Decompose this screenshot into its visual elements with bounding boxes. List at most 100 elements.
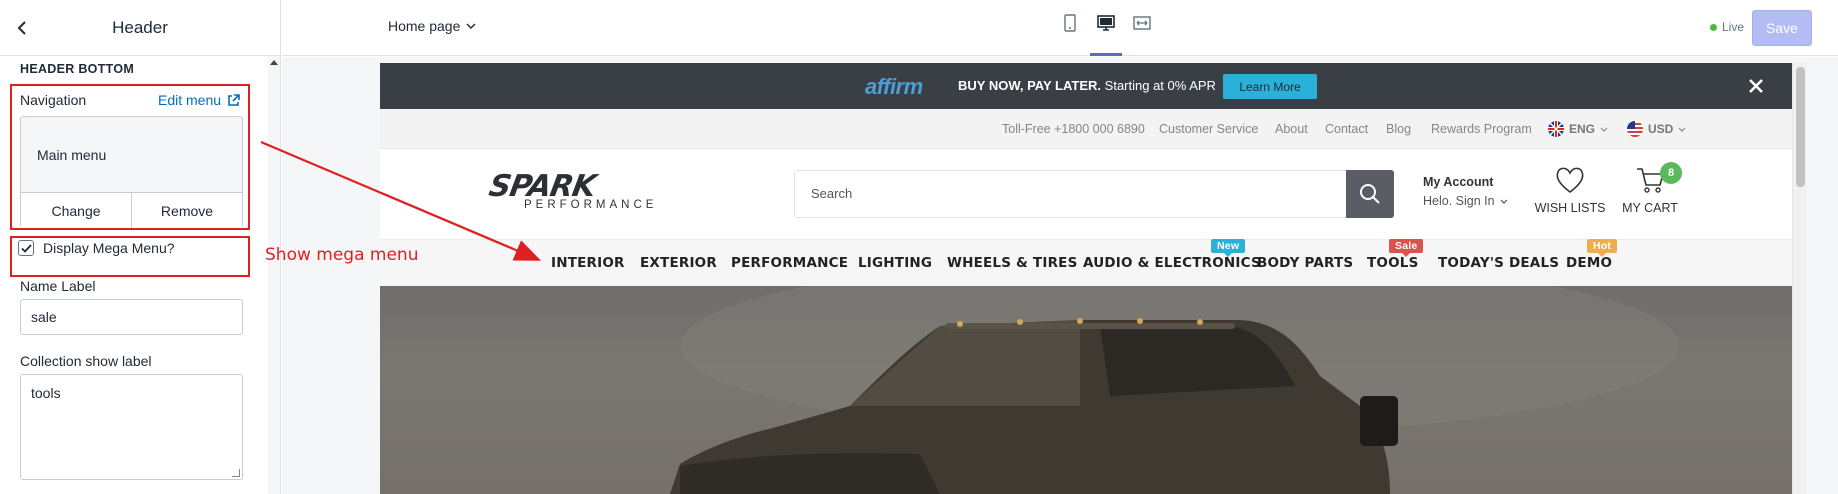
- util-link-blog[interactable]: Blog: [1386, 122, 1411, 136]
- save-button[interactable]: Save: [1752, 10, 1812, 46]
- chevron-left-icon: [17, 21, 26, 35]
- mega-menu-label: Display Mega Menu?: [43, 240, 175, 256]
- nav-item-todays-deals[interactable]: TODAY'S DEALS: [1438, 255, 1559, 271]
- phone-number: Toll-Free +1800 000 6890: [1002, 122, 1145, 136]
- resize-handle[interactable]: [232, 469, 240, 477]
- collection-label-title: Collection show label: [20, 353, 152, 369]
- live-status: Live: [1710, 20, 1744, 34]
- uk-flag-icon: [1548, 121, 1564, 137]
- sidebar-scroll-area: HEADER BOTTOM Navigation Edit menu Main …: [0, 56, 281, 494]
- device-switcher: [1058, 14, 1154, 56]
- chevron-down-icon: [1678, 127, 1686, 132]
- menu-actions: Change Remove: [21, 192, 242, 228]
- editor-topbar: Home page Live Save: [282, 0, 1838, 56]
- wishlist-label: WISH LISTS: [1534, 201, 1606, 215]
- search-icon: [1360, 184, 1380, 204]
- nav-item-performance[interactable]: PERFORMANCE: [731, 255, 848, 271]
- annotation-label: Show mega menu: [265, 245, 419, 265]
- util-link-customer-service[interactable]: Customer Service: [1159, 122, 1258, 136]
- desktop-icon: [1097, 15, 1115, 31]
- search-button[interactable]: [1346, 170, 1394, 218]
- utility-bar: Toll-Free +1800 000 6890 Customer Servic…: [380, 109, 1792, 149]
- close-promo-button[interactable]: [1745, 75, 1767, 97]
- fullscreen-view-button[interactable]: [1130, 14, 1154, 42]
- nav-item-audio-electronics[interactable]: AUDIO & ELECTRONICS New: [1083, 239, 1261, 271]
- change-menu-button[interactable]: Change: [21, 193, 131, 228]
- page-selector[interactable]: Home page: [388, 18, 476, 34]
- mobile-view-button[interactable]: [1058, 14, 1082, 42]
- desktop-view-button[interactable]: [1090, 14, 1122, 56]
- nav-item-tools-label: TOOLS: [1367, 255, 1419, 271]
- selected-menu-name: Main menu: [37, 147, 107, 163]
- mega-menu-option[interactable]: Display Mega Menu?: [18, 240, 175, 256]
- nav-item-tools[interactable]: TOOLS Sale: [1367, 239, 1424, 271]
- search-bar[interactable]: Search: [794, 170, 1394, 218]
- edit-menu-link[interactable]: Edit menu: [158, 92, 240, 108]
- promo-bar: affirm BUY NOW, PAY LATER. Starting at 0…: [380, 63, 1792, 109]
- sidebar-header: Header: [0, 0, 280, 56]
- spark-logo[interactable]: SPARK PERFORMANCE: [486, 169, 690, 217]
- edit-menu-label: Edit menu: [158, 92, 222, 108]
- logo-wordmark: SPARK: [486, 169, 598, 204]
- nav-item-body-parts[interactable]: BODY PARTS: [1257, 255, 1353, 271]
- theme-settings-sidebar: Header HEADER BOTTOM Navigation Edit men…: [0, 0, 281, 494]
- nav-item-wheels-tires[interactable]: WHEELS & TIRES: [947, 255, 1078, 271]
- section-heading: HEADER BOTTOM: [20, 62, 135, 76]
- nav-item-interior[interactable]: INTERIOR: [551, 255, 625, 271]
- cart-button[interactable]: 8 MY CART: [1615, 162, 1685, 215]
- main-navigation: INTERIOR EXTERIOR PERFORMANCE LIGHTING W…: [380, 239, 1792, 286]
- signin-label: Helo. Sign In: [1423, 194, 1495, 208]
- nav-item-demo[interactable]: DEMO Hot: [1566, 239, 1618, 271]
- truck-image: [670, 286, 1680, 494]
- learn-more-button[interactable]: Learn More: [1223, 74, 1317, 99]
- collection-label-textarea[interactable]: tools: [20, 374, 243, 480]
- search-input[interactable]: Search: [811, 186, 852, 201]
- storefront-preview: affirm BUY NOW, PAY LATER. Starting at 0…: [380, 63, 1807, 494]
- promo-subtext: Starting at 0% APR: [1104, 78, 1216, 93]
- language-selector[interactable]: ENG: [1548, 121, 1608, 137]
- collection-label-value: tools: [31, 385, 61, 401]
- affirm-logo: affirm: [865, 74, 923, 99]
- mega-menu-checkbox[interactable]: [18, 240, 34, 256]
- hero-banner[interactable]: [380, 286, 1792, 494]
- promo-headline: BUY NOW, PAY LATER.: [958, 78, 1102, 93]
- checkmark-icon: [20, 243, 32, 253]
- expand-horizontal-icon: [1133, 16, 1151, 30]
- account-signin[interactable]: Helo. Sign In: [1423, 194, 1508, 208]
- hot-badge: Hot: [1587, 239, 1618, 257]
- promo-text: BUY NOW, PAY LATER. Starting at 0% APR: [958, 78, 1216, 93]
- sidebar-scrollbar[interactable]: [268, 56, 280, 494]
- util-link-about[interactable]: About: [1275, 122, 1308, 136]
- chevron-down-icon: [1600, 127, 1608, 132]
- currency-selector[interactable]: USD: [1627, 121, 1686, 137]
- nav-item-demo-label: DEMO: [1566, 255, 1613, 271]
- util-link-rewards[interactable]: Rewards Program: [1431, 122, 1532, 136]
- new-badge: New: [1211, 239, 1246, 257]
- navigation-label: Navigation: [20, 92, 87, 108]
- live-label: Live: [1722, 20, 1745, 34]
- nav-item-exterior[interactable]: EXTERIOR: [640, 255, 717, 271]
- currency-label: USD: [1648, 122, 1674, 136]
- name-label-title: Name Label: [20, 278, 96, 294]
- preview-scroll-thumb[interactable]: [1796, 67, 1805, 187]
- sale-badge: Sale: [1389, 239, 1424, 257]
- mobile-icon: [1064, 14, 1076, 32]
- back-button[interactable]: [10, 16, 34, 40]
- account-title: My Account: [1423, 175, 1494, 189]
- language-label: ENG: [1569, 122, 1596, 136]
- external-link-icon: [228, 93, 240, 106]
- name-label-input[interactable]: sale: [20, 299, 243, 335]
- account-menu[interactable]: My Account Helo. Sign In: [1423, 175, 1508, 208]
- nav-item-audio-label: AUDIO & ELECTRONICS: [1083, 255, 1261, 271]
- preview-scrollbar[interactable]: [1792, 63, 1807, 494]
- nav-item-lighting[interactable]: LIGHTING: [858, 255, 932, 271]
- us-flag-icon: [1627, 121, 1643, 137]
- remove-menu-button[interactable]: Remove: [131, 193, 242, 228]
- wishlist-button[interactable]: WISH LISTS: [1534, 165, 1606, 215]
- live-dot-icon: [1710, 23, 1717, 31]
- close-icon: [1749, 79, 1763, 93]
- scroll-up-arrow-icon[interactable]: [270, 60, 278, 65]
- chevron-down-icon: [1500, 199, 1508, 204]
- page-selector-label: Home page: [388, 18, 461, 34]
- util-link-contact[interactable]: Contact: [1325, 122, 1368, 136]
